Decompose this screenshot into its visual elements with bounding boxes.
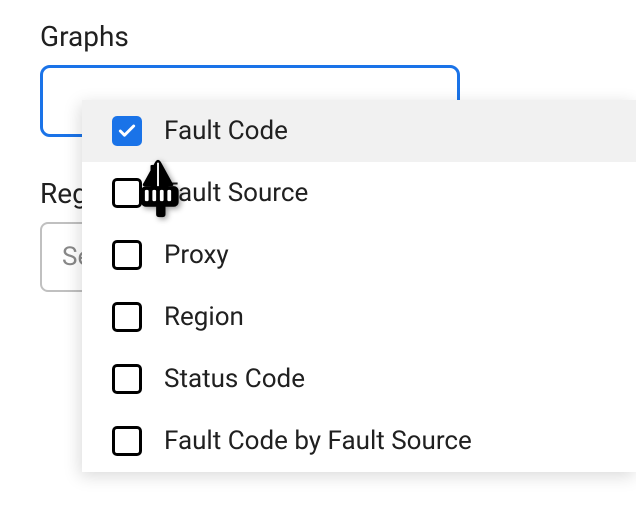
checkbox-fault-source[interactable] [112,178,142,208]
checkmark-icon [117,121,137,141]
option-label: Fault Code by Fault Source [164,426,472,456]
option-label: Status Code [164,364,305,394]
option-status-code[interactable]: Status Code [82,348,636,410]
option-region[interactable]: Region [82,286,636,348]
option-label: Proxy [164,240,229,270]
option-label: Fault Code [164,116,288,146]
option-label: Fault Source [164,178,308,208]
option-proxy[interactable]: Proxy [82,224,636,286]
checkbox-proxy[interactable] [112,240,142,270]
option-fault-source[interactable]: Fault Source [82,162,636,224]
checkbox-status-code[interactable] [112,364,142,394]
graphs-field-label: Graphs [40,20,636,53]
option-label: Region [164,302,244,332]
graphs-dropdown-panel: Fault Code Fault Source Proxy Region [82,100,636,472]
option-fault-code-by-source[interactable]: Fault Code by Fault Source [82,410,636,472]
option-fault-code[interactable]: Fault Code [82,100,636,162]
checkbox-fault-code-by-source[interactable] [112,426,142,456]
checkbox-fault-code[interactable] [112,116,142,146]
checkbox-region[interactable] [112,302,142,332]
